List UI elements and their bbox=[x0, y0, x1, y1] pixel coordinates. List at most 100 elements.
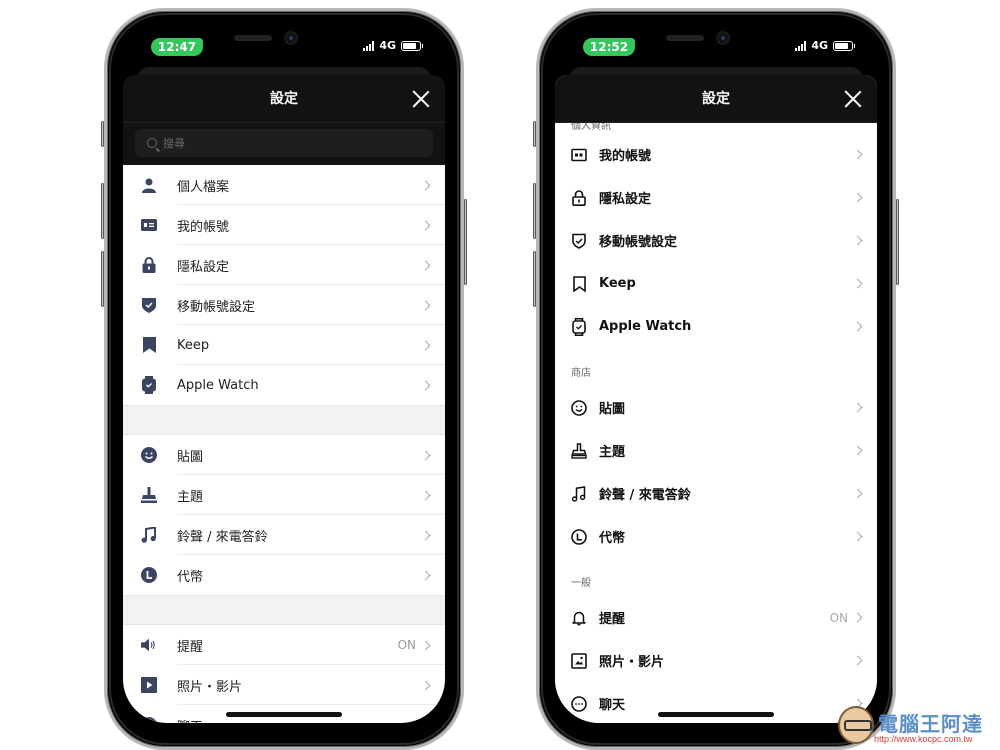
chevron-right-icon bbox=[420, 530, 431, 540]
item-label: 貼圖 bbox=[177, 449, 204, 465]
settings-item-privacy[interactable]: 隱私設定 bbox=[555, 176, 877, 219]
bell-icon bbox=[571, 610, 587, 626]
settings-item-photos-videos[interactable]: 照片・影片 bbox=[555, 639, 877, 682]
status-indicators: 4G bbox=[363, 39, 423, 52]
front-camera bbox=[284, 31, 298, 45]
watch-icon bbox=[571, 317, 587, 336]
sheet-header: 設定 bbox=[123, 75, 445, 123]
status-bar: 12:47 4G bbox=[123, 25, 445, 65]
settings-item-apple-watch[interactable]: Apple Watch bbox=[555, 305, 877, 348]
settings-item-my-account[interactable]: 我的帳號 bbox=[555, 133, 877, 176]
settings-list: 個人資訊 我的帳號 隱私設定 移動帳號設定 Keep Apple Watch 商… bbox=[555, 121, 877, 723]
home-indicator[interactable] bbox=[658, 712, 774, 717]
settings-item-ringtones[interactable]: 鈴聲 / 來電答鈴 bbox=[123, 515, 445, 555]
chevron-right-icon bbox=[420, 450, 431, 460]
chevron-right-icon bbox=[852, 531, 863, 542]
search-box[interactable] bbox=[135, 129, 433, 157]
photo-icon bbox=[571, 652, 587, 669]
settings-sheet: 設定 個人檔案 我的帳號 bbox=[123, 75, 445, 723]
settings-item-stickers[interactable]: 貼圖 bbox=[555, 386, 877, 429]
page-title: 設定 bbox=[702, 91, 730, 107]
chevron-right-icon bbox=[852, 402, 863, 413]
chevron-right-icon bbox=[852, 445, 863, 456]
settings-list: 個人檔案 我的帳號 隱私設定 移動帳號設定 Keep Apple Watch 貼… bbox=[123, 165, 445, 723]
right-screen: 12:52 4G 設定 個人資訊 我的帳號 隱私設定 移動帳號設定 Keep A… bbox=[555, 25, 877, 723]
search-input[interactable] bbox=[163, 136, 433, 150]
settings-item-themes[interactable]: 主題 bbox=[555, 429, 877, 472]
network-type: 4G bbox=[811, 39, 828, 52]
settings-item-apple-watch[interactable]: Apple Watch bbox=[123, 365, 445, 405]
settings-item-notifications[interactable]: 提醒 ON bbox=[123, 625, 445, 665]
settings-item-stickers[interactable]: 貼圖 bbox=[123, 435, 445, 475]
volume-down-button bbox=[101, 251, 104, 307]
notification-status: ON bbox=[829, 610, 848, 625]
volume-up-button bbox=[101, 183, 104, 239]
item-label: 貼圖 bbox=[599, 402, 626, 417]
signal-icon bbox=[795, 40, 807, 51]
status-time: 12:47 bbox=[151, 38, 203, 56]
smiley-icon bbox=[141, 447, 157, 463]
item-label: Apple Watch bbox=[599, 319, 692, 334]
settings-item-notifications[interactable]: 提醒 ON bbox=[555, 596, 877, 639]
settings-item-profile[interactable]: 個人檔案 bbox=[123, 165, 445, 205]
front-camera bbox=[716, 31, 730, 45]
volume-up-button bbox=[533, 183, 536, 239]
item-label: 我的帳號 bbox=[599, 149, 652, 164]
section-header-general: 一般 bbox=[571, 578, 591, 589]
speaker-icon bbox=[141, 637, 157, 653]
close-button[interactable] bbox=[411, 89, 431, 109]
chat-icon bbox=[141, 717, 157, 723]
item-label: 照片・影片 bbox=[599, 655, 665, 670]
search-bar bbox=[123, 123, 445, 165]
left-screen: 12:47 4G 設定 搜尋 個人檔案 我的帳號 隱私設定 移動帳號設定 Kee… bbox=[123, 25, 445, 723]
chevron-right-icon bbox=[420, 340, 431, 350]
chevron-right-icon bbox=[852, 235, 863, 246]
settings-sheet: 設定 個人資訊 我的帳號 隱私設定 移動帳號設定 Keep Apple Watc… bbox=[555, 75, 877, 723]
item-label: 代幣 bbox=[177, 569, 204, 585]
settings-item-transfer-account[interactable]: 移動帳號設定 bbox=[555, 219, 877, 262]
group-separator bbox=[123, 405, 445, 435]
settings-item-transfer-account[interactable]: 移動帳號設定 bbox=[123, 285, 445, 325]
chevron-right-icon bbox=[420, 720, 431, 723]
chat-icon bbox=[571, 695, 587, 712]
music-note-icon bbox=[571, 485, 587, 502]
settings-item-photos-videos[interactable]: 照片・影片 bbox=[123, 665, 445, 705]
bookmark-icon bbox=[571, 275, 587, 292]
power-button bbox=[896, 199, 899, 285]
home-indicator[interactable] bbox=[226, 712, 342, 717]
brush-icon bbox=[571, 442, 587, 459]
left-phone-frame: 12:47 4G 設定 搜尋 個人檔案 我的帳號 隱私設定 移動帳號設定 Kee… bbox=[101, 8, 467, 750]
settings-item-coins[interactable]: 代幣 bbox=[123, 555, 445, 595]
item-label: 移動帳號設定 bbox=[177, 299, 256, 315]
settings-item-themes[interactable]: 主題 bbox=[123, 475, 445, 515]
chevron-right-icon bbox=[420, 380, 431, 390]
settings-item-keep[interactable]: Keep bbox=[555, 262, 877, 305]
battery-icon bbox=[401, 40, 423, 51]
chevron-right-icon bbox=[420, 260, 431, 270]
settings-item-privacy[interactable]: 隱私設定 bbox=[123, 245, 445, 285]
item-label: Keep bbox=[599, 276, 636, 291]
coin-icon bbox=[571, 528, 587, 545]
item-label: 我的帳號 bbox=[177, 219, 230, 235]
smiley-icon bbox=[571, 399, 587, 416]
search-icon bbox=[147, 138, 157, 148]
id-card-icon bbox=[571, 147, 587, 163]
page-title: 設定 bbox=[270, 91, 298, 107]
section-header-store: 商店 bbox=[571, 368, 591, 379]
settings-item-keep[interactable]: Keep bbox=[123, 325, 445, 365]
lock-icon bbox=[571, 189, 587, 206]
settings-item-ringtones[interactable]: 鈴聲 / 來電答鈴 bbox=[555, 472, 877, 515]
lock-icon bbox=[141, 257, 157, 273]
close-button[interactable] bbox=[843, 89, 863, 109]
chevron-right-icon bbox=[852, 655, 863, 666]
volume-down-button bbox=[533, 251, 536, 307]
settings-item-coins[interactable]: 代幣 bbox=[555, 515, 877, 558]
signal-icon bbox=[363, 40, 375, 51]
item-label: 移動帳號設定 bbox=[599, 235, 678, 250]
settings-item-my-account[interactable]: 我的帳號 bbox=[123, 205, 445, 245]
right-phone-frame: 12:52 4G 設定 個人資訊 我的帳號 隱私設定 移動帳號設定 Keep A… bbox=[533, 8, 899, 750]
sheet-header: 設定 bbox=[555, 75, 877, 123]
play-icon bbox=[141, 677, 157, 693]
item-label: 主題 bbox=[177, 489, 204, 505]
